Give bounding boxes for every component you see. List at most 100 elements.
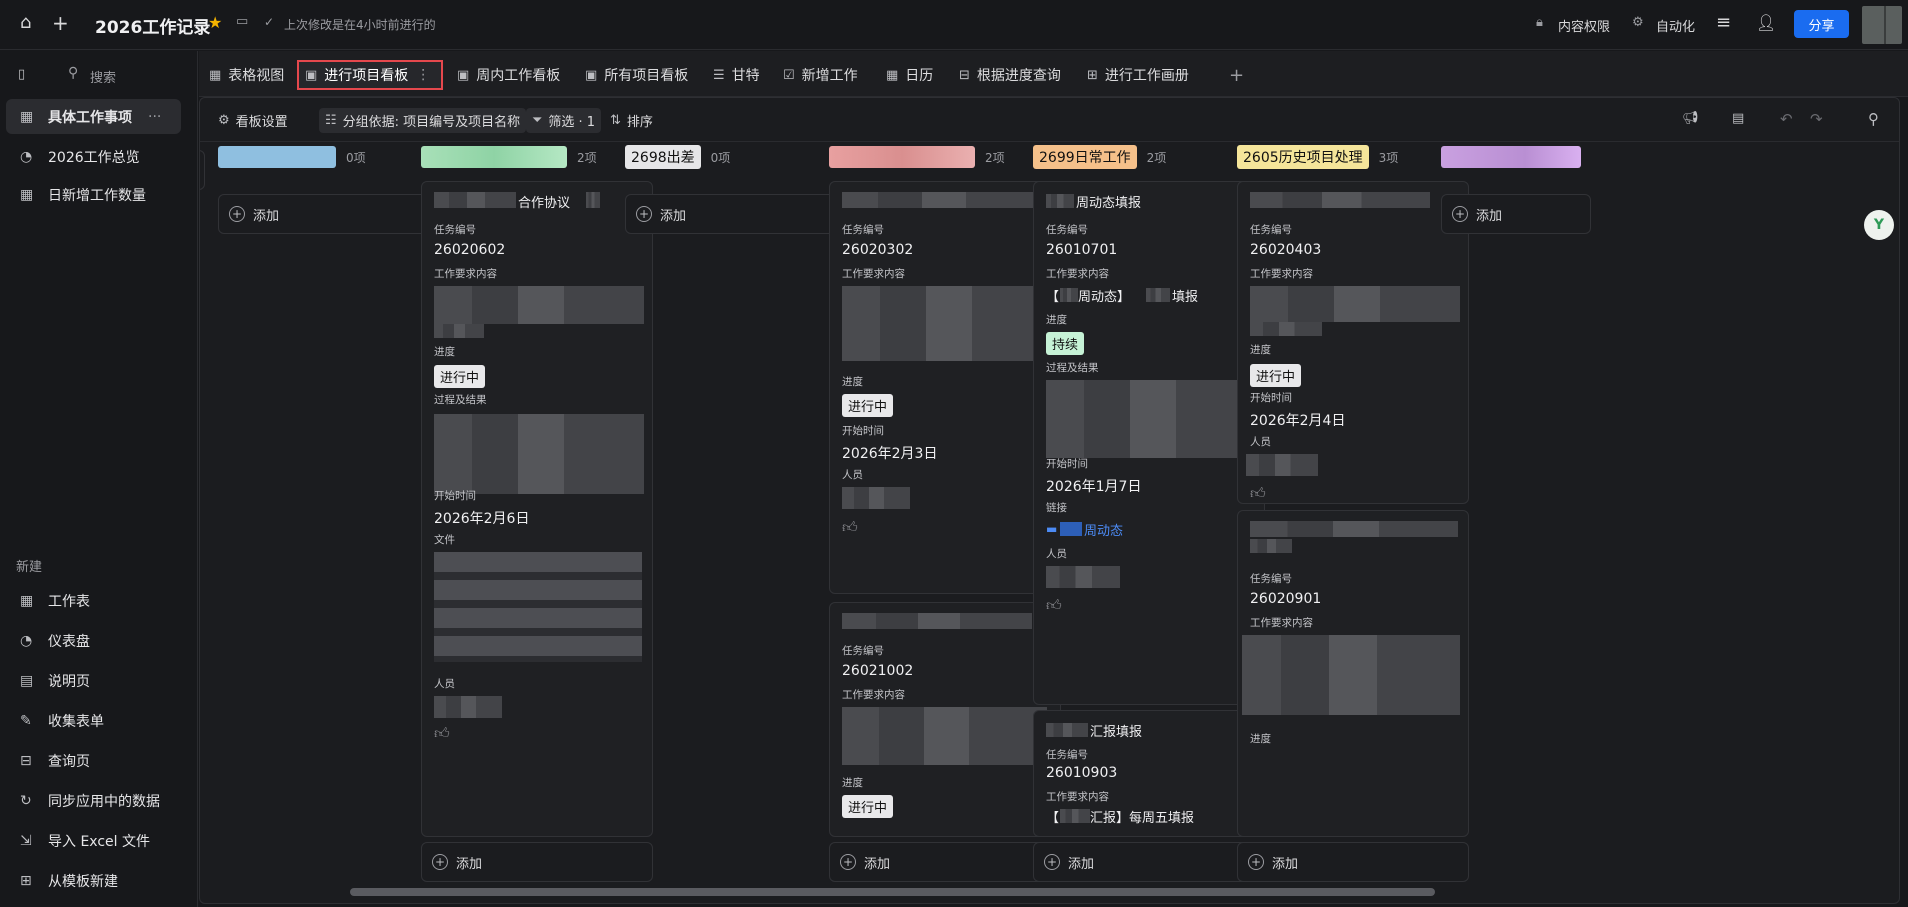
sidebar-item-daily-count[interactable]: ▦ 日新增工作数量 <box>6 177 181 212</box>
share-button[interactable]: 分享 <box>1794 10 1849 38</box>
sidebar: ▯ ⚲ 搜索 ▦ 具体工作事项 ··· ◔ 2026工作总览 ▦ 日新增工作数量… <box>0 51 198 907</box>
column-tag[interactable]: 2698出差 <box>625 145 701 169</box>
column-count: 3项 <box>1378 150 1399 165</box>
redacted-text <box>1250 192 1430 208</box>
redacted-text <box>1242 635 1460 715</box>
permissions-button[interactable]: 内容权限 <box>1558 16 1610 35</box>
tab-calendar[interactable]: ▦ 日历 <box>880 60 939 90</box>
column-tag[interactable]: 2699日常工作 <box>1033 145 1137 169</box>
tab-gallery[interactable]: ⊞ 进行工作画册 <box>1081 60 1195 90</box>
add-card-button[interactable]: + 添加 <box>1237 842 1469 882</box>
redo-icon[interactable]: ↷ <box>1810 110 1823 128</box>
field-label: 进度 <box>1250 344 1271 356</box>
column-tag[interactable] <box>421 146 567 168</box>
column-tag[interactable]: 2605历史项目处理 <box>1237 145 1369 169</box>
tab-label: 所有项目看板 <box>604 68 689 84</box>
tab-table-view[interactable]: ▦ 表格视图 <box>203 60 290 90</box>
assistant-icon[interactable]: Y <box>1864 210 1894 240</box>
star-icon[interactable]: ★ <box>208 13 222 32</box>
kanban-card[interactable]: 任务编号 26020403 工作要求内容 进度 进行中 开始时间 2026年2月… <box>1237 181 1469 504</box>
kanban-toolbar: ⚙︎ 看板设置 ☷ 分组依据: 项目编号及项目名称 ⏷ 筛选 · 1 ⇅ 排序 📢︎ ▤… <box>200 98 1899 142</box>
add-user-icon[interactable]: 👤︎ <box>1756 13 1776 32</box>
folder-icon[interactable]: ▭ <box>236 14 248 29</box>
template-icon: ⊞ <box>20 872 32 889</box>
sidebar-item-work-items[interactable]: ▦ 具体工作事项 ··· <box>6 99 181 134</box>
add-card-button[interactable]: + 添加 <box>218 194 450 234</box>
field-label: 开始时间 <box>1250 392 1292 404</box>
doc-icon: ▤ <box>20 672 34 689</box>
redacted-text <box>842 707 1047 765</box>
tab-weekly-kanban[interactable]: ▣ 周内工作看板 <box>451 60 566 90</box>
column-count: 0项 <box>710 150 731 165</box>
automation-button[interactable]: 自动化 <box>1656 16 1695 35</box>
kanban-card[interactable]: 周动态填报 任务编号 26010701 工作要求内容 【 周动态】 填报 进度 … <box>1033 181 1265 705</box>
table-icon: ▦ <box>20 108 34 125</box>
column-tag[interactable] <box>1441 146 1581 168</box>
plus-icon[interactable]: + <box>52 11 69 35</box>
new-form[interactable]: ✎ 收集表单 <box>6 703 181 738</box>
tab-new-work[interactable]: ☑ 新增工作 <box>777 60 864 90</box>
add-view-button[interactable]: + <box>1223 60 1250 90</box>
new-sheet[interactable]: ▦ 工作表 <box>6 583 181 618</box>
kanban-card[interactable]: 任务编号 26020901 工作要求内容 进度 <box>1237 510 1469 837</box>
toolbar-label: 筛选 · 1 <box>548 115 596 130</box>
new-sync[interactable]: ↻ 同步应用中的数据 <box>6 783 181 818</box>
undo-icon[interactable]: ↶ <box>1780 110 1793 128</box>
field-label: 任务编号 <box>842 645 884 657</box>
announce-icon[interactable]: 📢︎ <box>1682 111 1699 126</box>
search-icon[interactable]: ⚲ <box>1868 110 1879 128</box>
sidebar-item-overview[interactable]: ◔ 2026工作总览 <box>6 139 181 174</box>
avatar[interactable] <box>1862 6 1902 44</box>
add-card-button[interactable]: + 添加 <box>421 842 653 882</box>
add-card-button[interactable]: + 添加 <box>1441 194 1591 234</box>
tab-gantt[interactable]: ☰ 甘特 <box>707 60 766 90</box>
tab-label: 根据进度查询 <box>976 68 1061 84</box>
thumbs-up-icon[interactable]: 👍︎ <box>434 724 450 743</box>
new-dashboard[interactable]: ◔ 仪表盘 <box>6 623 181 658</box>
thumbs-up-icon[interactable]: 👍︎ <box>842 518 858 537</box>
kanban-card[interactable]: 任务编号 26021002 工作要求内容 进度 进行中 <box>829 602 1061 837</box>
requirement-text: 【 <box>1046 290 1060 305</box>
form-icon: ☑ <box>783 67 795 83</box>
add-card-button[interactable] <box>200 150 205 190</box>
new-from-template[interactable]: ⊞ 从模板新建 <box>6 863 181 898</box>
column-tag[interactable] <box>829 146 975 168</box>
kanban-column: 2698出差 0项 + 添加 <box>625 142 861 872</box>
tab-more-icon[interactable]: ⋮ <box>416 67 430 83</box>
new-doc[interactable]: ▤ 说明页 <box>6 663 181 698</box>
thumbs-up-icon[interactable]: 👍︎ <box>1250 484 1266 503</box>
start-date: 2026年1月7日 <box>1046 479 1142 495</box>
home-icon[interactable]: ⌂ <box>20 12 31 33</box>
search-input[interactable]: 搜索 <box>90 67 116 86</box>
add-card-button[interactable]: + 添加 <box>1033 842 1265 882</box>
file-attachment[interactable] <box>434 552 642 662</box>
group-by-button[interactable]: ☷ 分组依据: 项目编号及项目名称 <box>319 108 527 133</box>
more-icon[interactable]: ··· <box>148 109 161 125</box>
new-import-excel[interactable]: ⇲ 导入 Excel 文件 <box>6 823 181 858</box>
menu-icon[interactable]: ≡ <box>1716 12 1731 33</box>
column-tag[interactable] <box>218 146 336 168</box>
sort-button[interactable]: ⇅ 排序 <box>604 108 659 133</box>
card-link[interactable]: 周动态 <box>1084 520 1123 539</box>
add-card-button[interactable]: + 添加 <box>625 194 857 234</box>
sidebar-toggle-icon[interactable]: ▯ <box>18 67 25 82</box>
add-card-button[interactable]: + 添加 <box>829 842 1061 882</box>
status-badge: 进行中 <box>434 365 486 388</box>
tab-all-kanban[interactable]: ▣ 所有项目看板 <box>579 60 694 90</box>
tab-active-kanban[interactable]: ▣ 进行项目看板 ⋮ <box>297 60 443 90</box>
report-icon[interactable]: ▤ <box>1732 111 1744 126</box>
kanban-card[interactable]: 汇报填报 任务编号 26010903 工作要求内容 【 汇报】每周五填报 <box>1033 710 1265 837</box>
thumbs-up-icon[interactable]: 👍︎ <box>1046 596 1062 615</box>
redacted-text <box>1250 322 1322 336</box>
kanban-card[interactable]: 合作协议 任务编号 26020602 工作要求内容 进度 进行中 过程及结果 开… <box>421 181 653 837</box>
tab-label: 新增工作 <box>801 68 858 84</box>
new-query[interactable]: ⊟ 查询页 <box>6 743 181 778</box>
field-label: 人员 <box>842 469 863 481</box>
board-settings-button[interactable]: ⚙︎ 看板设置 <box>212 108 294 133</box>
tab-progress-query[interactable]: ⊟ 根据进度查询 <box>953 60 1067 90</box>
kanban-card[interactable]: 任务编号 26020302 工作要求内容 进度 进行中 开始时间 2026年2月… <box>829 181 1061 594</box>
start-date: 2026年2月4日 <box>1250 413 1346 429</box>
field-label: 进度 <box>1046 314 1067 326</box>
horizontal-scrollbar[interactable] <box>350 888 1435 896</box>
filter-button[interactable]: ⏷ 筛选 · 1 <box>526 108 602 133</box>
